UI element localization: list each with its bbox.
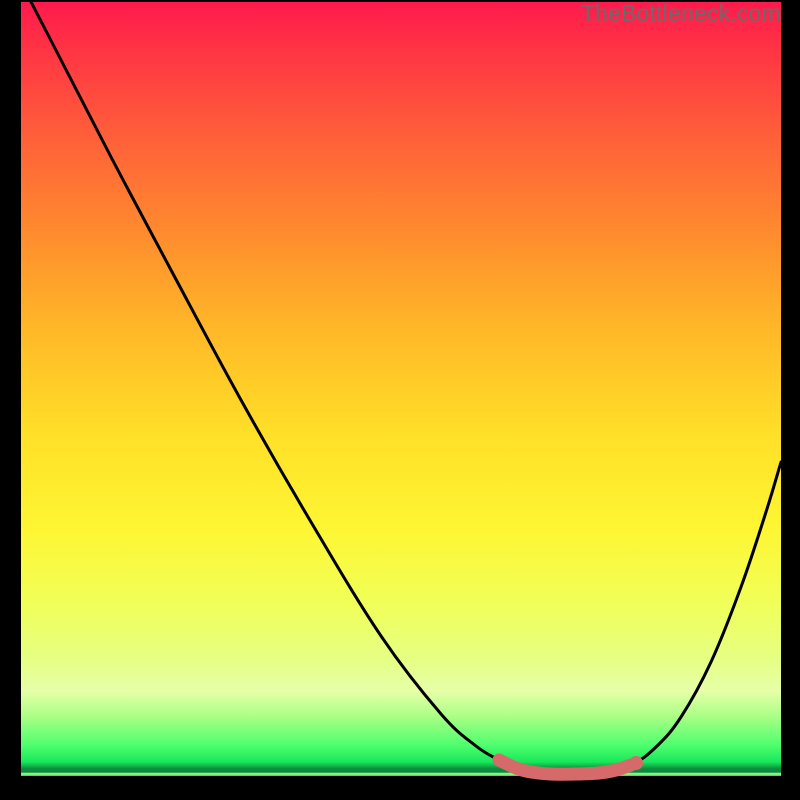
optimal-point-dot: [629, 756, 643, 770]
chart-svg: [21, 2, 781, 776]
optimal-range-marker: [499, 760, 631, 774]
bottleneck-curve: [28, 0, 781, 774]
chart-plot-area: [21, 2, 781, 776]
watermark-text: TheBottleneck.com: [581, 0, 781, 27]
